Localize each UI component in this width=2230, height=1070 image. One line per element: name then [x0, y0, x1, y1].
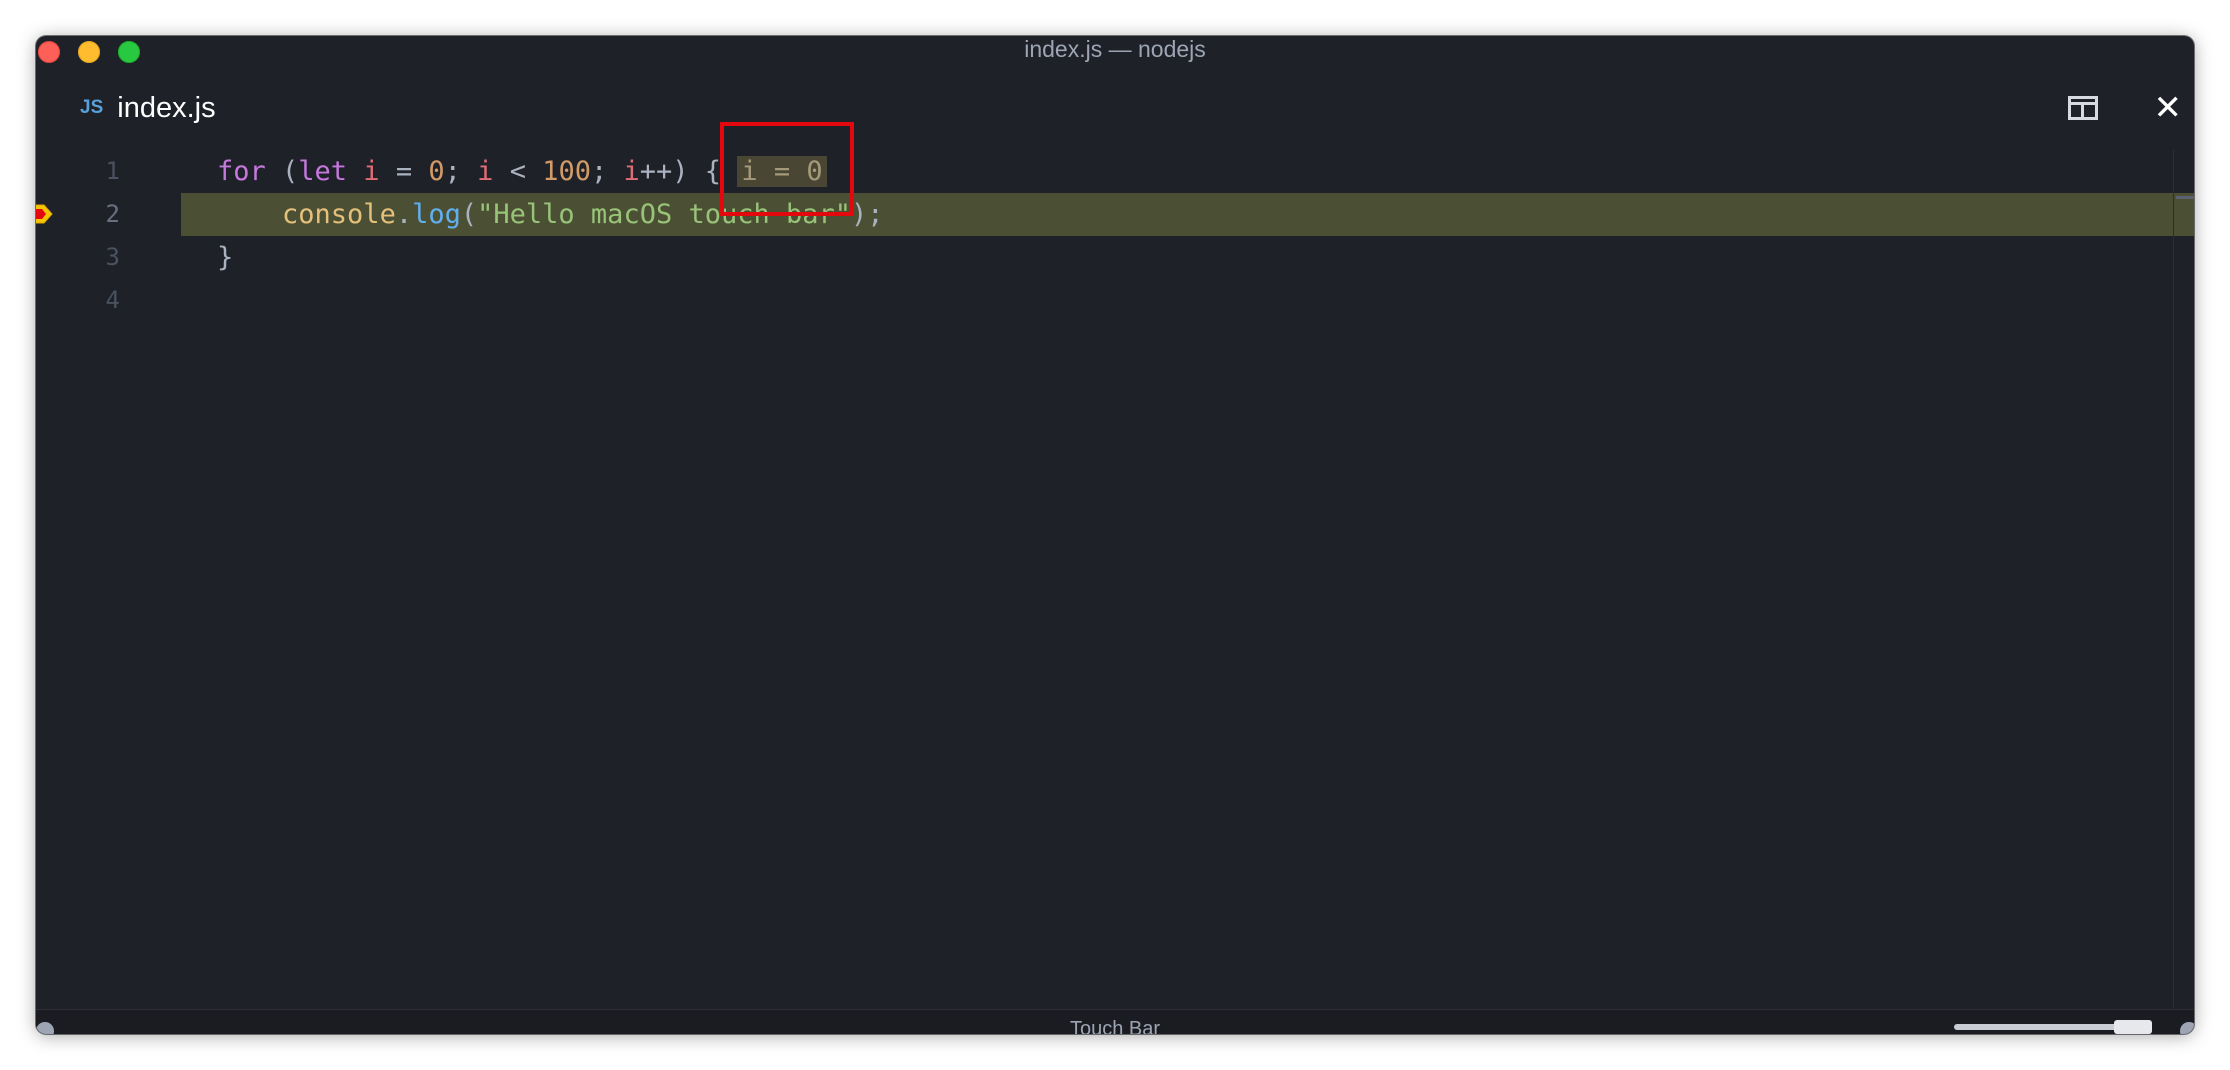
- punctuation: (: [460, 199, 478, 230]
- punctuation: .: [395, 199, 413, 230]
- code-text: }: [217, 236, 233, 279]
- variable-i: i: [477, 156, 494, 187]
- punctuation: }: [217, 242, 234, 273]
- code-editor[interactable]: 1 for (let i = 0; i < 100; i++) { i = 0 …: [36, 150, 2194, 1010]
- close-editor-icon[interactable]: ✕: [2154, 88, 2183, 128]
- line-number: 1: [105, 157, 120, 185]
- status-bar: Touch Bar: [36, 1009, 2194, 1034]
- vertical-scrollbar[interactable]: [2173, 150, 2194, 1010]
- punctuation: ++) {: [639, 156, 738, 187]
- editor-window: index.js — nodejs JS index.js ✕ 1 for (l…: [36, 36, 2194, 1034]
- tab-label: index.js: [117, 91, 216, 124]
- scrollbar-marker: [2176, 196, 2194, 199]
- number-literal: 100: [542, 156, 591, 187]
- variable-i: i: [363, 156, 380, 187]
- line-number: 4: [105, 286, 120, 314]
- javascript-file-icon: JS: [80, 97, 104, 118]
- keyword-for: for: [217, 156, 266, 187]
- title-bar: index.js — nodejs: [36, 36, 2194, 78]
- line-number: 2: [105, 200, 120, 228]
- code-line-3: 3 }: [36, 236, 2194, 279]
- tab-index-js[interactable]: JS index.js: [80, 88, 216, 128]
- function-log: log: [412, 199, 461, 230]
- touch-bar-label: Touch Bar: [1069, 1018, 1161, 1034]
- touch-bar-slider-knob[interactable]: [2114, 1020, 2152, 1034]
- touch-bar-right-icon[interactable]: [2180, 1022, 2194, 1034]
- split-editor-icon[interactable]: [2068, 96, 2098, 120]
- code-line-1: 1 for (let i = 0; i < 100; i++) { i = 0: [36, 150, 2194, 193]
- tab-bar: JS index.js: [36, 78, 2194, 150]
- operator: <: [493, 156, 543, 187]
- punctuation: );: [851, 199, 884, 230]
- punctuation: ;: [591, 156, 624, 187]
- code-text: for (let i = 0; i < 100; i++) { i = 0: [217, 150, 827, 193]
- keyword-let: let: [298, 156, 348, 187]
- line-number: 3: [105, 243, 120, 271]
- object-console: console: [282, 199, 396, 230]
- string-literal: "Hello macOS touch bar": [477, 199, 852, 230]
- code-text: console.log("Hello macOS touch bar");: [217, 193, 884, 236]
- punctuation: (: [265, 156, 299, 187]
- code-line-2: 2 console.log("Hello macOS touch bar");: [36, 193, 2194, 236]
- variable-i: i: [623, 156, 640, 187]
- number-literal: 0: [428, 156, 445, 187]
- operator: =: [379, 156, 429, 187]
- punctuation: ;: [444, 156, 478, 187]
- code-line-4: 4: [36, 279, 2194, 322]
- window-title: index.js — nodejs: [1024, 36, 1206, 62]
- inline-debug-value: i = 0: [737, 156, 827, 187]
